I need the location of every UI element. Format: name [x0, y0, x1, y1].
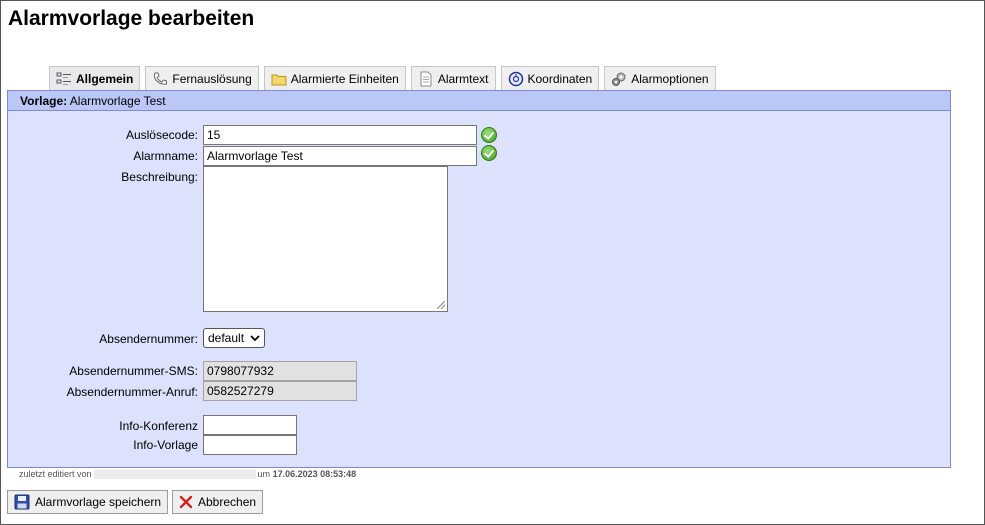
beschreibung-label: Beschreibung:: [121, 170, 198, 184]
tab-label: Koordinaten: [527, 71, 593, 86]
valid-check-icon: [481, 145, 497, 161]
save-label: Alarmvorlage speichern: [35, 495, 162, 509]
folder-icon: [271, 71, 287, 87]
ausloesecode-input[interactable]: 15: [203, 125, 477, 145]
ausloesecode-label: Auslösecode:: [125, 128, 198, 142]
chevron-down-icon: [250, 335, 260, 342]
document-icon: [418, 71, 434, 87]
absendernummer-label: Absendernummer:: [99, 332, 198, 346]
panel-header: Vorlage: Alarmvorlage Test: [8, 91, 950, 111]
sms-field: 0798077932: [203, 361, 357, 381]
tab-koordinaten[interactable]: Koordinaten: [500, 66, 600, 90]
last-edited-note: zuletzt editiert von um 17.06.2023 08:53:…: [19, 469, 357, 480]
tab-label: Alarmoptionen: [631, 71, 709, 86]
info-konferenz-input[interactable]: [203, 415, 297, 435]
tab-label: Fernauslösung: [172, 71, 252, 86]
select-value: default: [208, 331, 245, 345]
resize-grip-icon[interactable]: [437, 301, 445, 309]
info-konferenz-label: Info-Konferenz: [119, 419, 198, 433]
page-title: Alarmvorlage bearbeiten: [8, 7, 255, 30]
template-label: Vorlage:: [20, 94, 68, 108]
tab-fernausloesung[interactable]: Fernauslösung: [145, 66, 259, 90]
tab-label: Allgemein: [76, 71, 134, 86]
compass-icon: [508, 71, 524, 87]
alarmname-label: Alarmname:: [133, 149, 198, 163]
tab-label: Alarmierte Einheiten: [290, 71, 399, 86]
save-button[interactable]: Alarmvorlage speichern: [7, 490, 169, 514]
alarmname-input[interactable]: Alarmvorlage Test: [203, 146, 477, 166]
edited-prefix: zuletzt editiert von: [19, 469, 92, 479]
form-panel: Vorlage: Alarmvorlage Test Auslösecode: …: [7, 90, 951, 468]
tab-alarmtext[interactable]: Alarmtext: [410, 66, 496, 90]
edited-date: 17.06.2023 08:53:48: [272, 469, 357, 479]
gears-icon: [611, 71, 627, 87]
anruf-field: 0582527279: [203, 381, 357, 401]
info-vorlage-input[interactable]: [203, 435, 297, 455]
beschreibung-textarea[interactable]: [203, 166, 448, 312]
cancel-label: Abbrechen: [198, 495, 257, 509]
anruf-label: Absendernummer-Anruf:: [66, 385, 198, 399]
edited-mid: um: [257, 469, 271, 479]
close-icon: [179, 495, 193, 509]
cancel-button[interactable]: Abbrechen: [172, 490, 264, 514]
tab-label: Alarmtext: [437, 71, 489, 86]
tab-allgemein[interactable]: Allgemein: [49, 66, 141, 90]
form-list-icon: [56, 71, 72, 87]
tab-bar: Allgemein Fernauslösung Alarmierte Einhe…: [49, 66, 716, 90]
template-name: Alarmvorlage Test: [69, 94, 166, 108]
absendernummer-select[interactable]: default: [203, 328, 265, 348]
sms-label: Absendernummer-SMS:: [69, 364, 198, 378]
phone-icon: [152, 71, 168, 87]
tab-alarmierte-einheiten[interactable]: Alarmierte Einheiten: [263, 66, 406, 90]
floppy-disk-icon: [14, 494, 30, 510]
window-frame: Alarmvorlage bearbeiten Allgemein Fernau…: [0, 0, 985, 525]
valid-check-icon: [481, 127, 497, 143]
info-vorlage-label: Info-Vorlage: [133, 438, 198, 452]
redacted-user: [93, 470, 256, 480]
tab-alarmoptionen[interactable]: Alarmoptionen: [604, 66, 716, 90]
